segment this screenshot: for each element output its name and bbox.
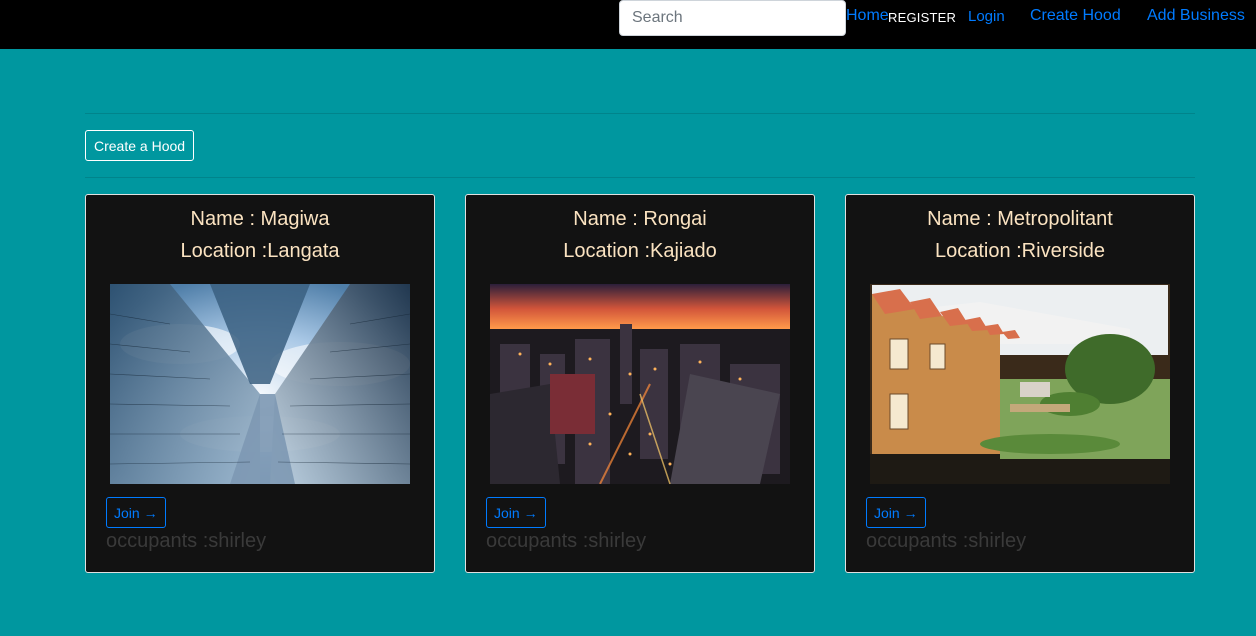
hood-image-skyscrapers: [110, 284, 410, 484]
occupants-label: occupants :: [106, 530, 209, 552]
join-button[interactable]: Join →: [106, 497, 166, 528]
nav-login-link[interactable]: Login: [968, 8, 1005, 25]
nav-create-hood-link[interactable]: Create Hood: [1030, 7, 1121, 25]
occupants-label: occupants :: [486, 530, 589, 552]
divider: [85, 113, 1195, 114]
hood-name: Name : Rongai: [573, 208, 707, 230]
hood-card: Name : Metropolitant Location :Riverside: [845, 194, 1195, 573]
occupants-value: shirley: [208, 530, 267, 552]
hood-name: Name : Metropolitant: [927, 208, 1113, 230]
hood-image-city-night: [490, 284, 790, 484]
hood-card: Name : Rongai Location :Kajiado Join → o…: [465, 194, 815, 573]
hood-location: Location :Riverside: [934, 240, 1106, 262]
hood-location: Location :Kajiado: [563, 240, 717, 262]
hood-card: Name : Magiwa Location :Langata Join → o…: [85, 194, 435, 573]
occupants-value: shirley: [968, 530, 1027, 552]
occupants-text: occupants :shirley: [866, 530, 1026, 553]
create-hood-button[interactable]: Create a Hood: [85, 130, 195, 161]
join-button[interactable]: Join →: [866, 497, 926, 528]
occupants-label: occupants :: [866, 530, 969, 552]
divider: [85, 177, 1195, 178]
occupants-text: occupants :shirley: [486, 530, 646, 553]
join-button[interactable]: Join →: [486, 497, 546, 528]
nav-register-link[interactable]: REGISTER: [888, 10, 956, 25]
search-input[interactable]: [619, 0, 846, 36]
hood-image-terraced-houses: [870, 284, 1170, 484]
top-navbar: Home REGISTER Login Create Hood Add Busi…: [0, 0, 1256, 49]
occupants-value: shirley: [588, 530, 647, 552]
hood-name: Name : Magiwa: [190, 208, 330, 230]
nav-add-business-link[interactable]: Add Business: [1147, 7, 1245, 25]
occupants-text: occupants :shirley: [106, 530, 266, 553]
nav-home-link[interactable]: Home: [846, 7, 889, 25]
hood-location: Location :Langata: [180, 240, 340, 262]
